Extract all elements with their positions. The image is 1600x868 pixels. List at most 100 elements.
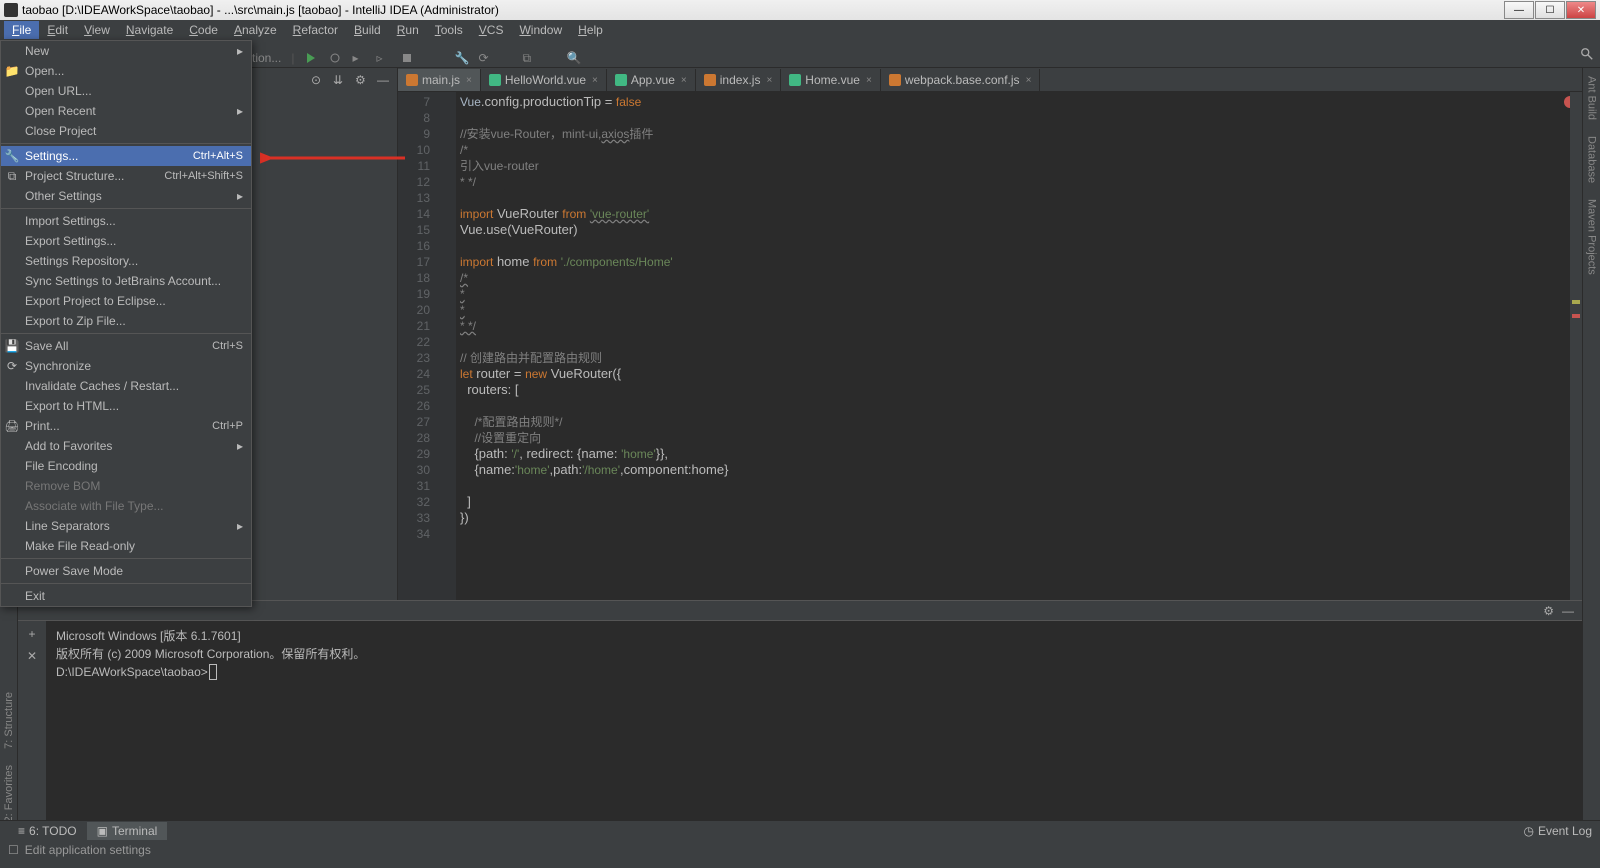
- locate-icon[interactable]: ⊙: [311, 73, 325, 87]
- menu-item-export-settings[interactable]: Export Settings...: [1, 231, 251, 251]
- menu-view[interactable]: View: [76, 21, 118, 39]
- menu-refactor[interactable]: Refactor: [285, 21, 346, 39]
- menu-item-save-all[interactable]: 💾Save AllCtrl+S: [1, 336, 251, 356]
- tab-close-icon[interactable]: ×: [1026, 75, 1032, 86]
- event-log-tab[interactable]: Event Log: [1538, 824, 1592, 838]
- terminal-icon: ▣: [97, 824, 108, 838]
- menu-item-print[interactable]: 🖨Print...Ctrl+P: [1, 416, 251, 436]
- menu-item-export-to-html[interactable]: Export to HTML...: [1, 396, 251, 416]
- todo-icon: ≡: [18, 824, 25, 838]
- menu-item-line-separators[interactable]: Line Separators▸: [1, 516, 251, 536]
- menu-item-label: File Encoding: [25, 459, 98, 473]
- menu-tools[interactable]: Tools: [427, 21, 471, 39]
- menu-item-settings[interactable]: 🔧Settings...Ctrl+Alt+S: [1, 146, 251, 166]
- menu-item-exit[interactable]: Exit: [1, 586, 251, 606]
- tab-close-icon[interactable]: ×: [866, 75, 872, 86]
- tab-close-icon[interactable]: ×: [466, 75, 472, 86]
- menu-item-close-project[interactable]: Close Project: [1, 121, 251, 141]
- menu-shortcut: Ctrl+Alt+S: [193, 150, 243, 162]
- search-everywhere-icon[interactable]: 🔍: [566, 51, 580, 65]
- terminal-hide-icon[interactable]: —: [1562, 604, 1574, 618]
- tab-close-icon[interactable]: ×: [592, 75, 598, 86]
- menu-item-settings-repository[interactable]: Settings Repository...: [1, 251, 251, 271]
- menu-navigate[interactable]: Navigate: [118, 21, 181, 39]
- menu-item-label: New: [25, 44, 49, 58]
- terminal-tab-label: Terminal: [112, 824, 157, 838]
- database-tool-button[interactable]: Database: [1584, 128, 1600, 191]
- right-tool-gutter: Ant Build Database Maven Projects: [1582, 68, 1600, 840]
- menu-build[interactable]: Build: [346, 21, 389, 39]
- menu-edit[interactable]: Edit: [39, 21, 76, 39]
- menu-item-add-to-favorites[interactable]: Add to Favorites▸: [1, 436, 251, 456]
- menu-code[interactable]: Code: [181, 21, 226, 39]
- menu-vcs[interactable]: VCS: [471, 21, 512, 39]
- menu-shortcut: Ctrl+S: [212, 340, 243, 352]
- window-titlebar: taobao [D:\IDEAWorkSpace\taobao] - ...\s…: [0, 0, 1600, 20]
- run-icon[interactable]: [304, 51, 318, 65]
- menu-item-open[interactable]: 📁Open...: [1, 61, 251, 81]
- structure-tool-button[interactable]: 7: Structure: [1, 684, 17, 757]
- menu-item-export-project-to-eclipse[interactable]: Export Project to Eclipse...: [1, 291, 251, 311]
- profile-icon[interactable]: ▹: [376, 51, 390, 65]
- menu-item-label: Make File Read-only: [25, 539, 135, 553]
- menu-item-open-recent[interactable]: Open Recent▸: [1, 101, 251, 121]
- terminal-tab[interactable]: ▣ Terminal: [87, 822, 168, 840]
- menu-item-other-settings[interactable]: Other Settings▸: [1, 186, 251, 206]
- coverage-icon[interactable]: ▸: [352, 51, 366, 65]
- collapse-icon[interactable]: ⇊: [333, 73, 347, 87]
- sync-icon[interactable]: ⟳: [478, 51, 492, 65]
- close-terminal-icon[interactable]: ✕: [27, 649, 37, 663]
- tab-label: index.js: [720, 73, 761, 87]
- menu-item-sync-settings-to-jetbrains-account[interactable]: Sync Settings to JetBrains Account...: [1, 271, 251, 291]
- terminal-content[interactable]: Microsoft Windows [版本 6.1.7601]版权所有 (c) …: [46, 621, 1582, 820]
- editor-tab-index-js[interactable]: index.js ×: [696, 69, 782, 91]
- editor-tab-HelloWorld-vue[interactable]: HelloWorld.vue×: [481, 69, 607, 91]
- editor-tab-App-vue[interactable]: App.vue×: [607, 69, 696, 91]
- hide-icon[interactable]: —: [377, 73, 391, 87]
- menu-help[interactable]: Help: [570, 21, 611, 39]
- structure-icon[interactable]: ⧉: [522, 51, 536, 65]
- editor-tab-Home-vue[interactable]: Home.vue×: [781, 69, 881, 91]
- tab-close-icon[interactable]: ×: [766, 75, 772, 86]
- close-button[interactable]: ✕: [1566, 1, 1596, 19]
- menu-item-open-url[interactable]: Open URL...: [1, 81, 251, 101]
- gear-icon[interactable]: ⚙: [355, 73, 369, 87]
- todo-tab-label: 6: TODO: [29, 824, 77, 838]
- menu-item-power-save-mode[interactable]: Power Save Mode: [1, 561, 251, 581]
- menu-item-project-structure[interactable]: ⧉Project Structure...Ctrl+Alt+Shift+S: [1, 166, 251, 186]
- structure-icon: ⧉: [5, 169, 19, 183]
- menu-item-label: Power Save Mode: [25, 564, 123, 578]
- menu-file[interactable]: File: [4, 21, 39, 39]
- terminal-settings-icon[interactable]: ⚙: [1543, 604, 1554, 618]
- maximize-button[interactable]: ☐: [1535, 1, 1565, 19]
- menu-window[interactable]: Window: [511, 21, 570, 39]
- menu-item-import-settings[interactable]: Import Settings...: [1, 211, 251, 231]
- minimize-button[interactable]: —: [1504, 1, 1534, 19]
- debug-icon[interactable]: [328, 51, 342, 65]
- menu-item-file-encoding[interactable]: File Encoding: [1, 456, 251, 476]
- ant-build-tool-button[interactable]: Ant Build: [1584, 68, 1600, 128]
- menu-item-label: Other Settings: [25, 189, 102, 203]
- todo-tab[interactable]: ≡ 6: TODO: [8, 822, 87, 840]
- tab-close-icon[interactable]: ×: [681, 75, 687, 86]
- menu-analyze[interactable]: Analyze: [226, 21, 285, 39]
- menu-item-label: Invalidate Caches / Restart...: [25, 379, 179, 393]
- menu-item-invalidate-caches-restart[interactable]: Invalidate Caches / Restart...: [1, 376, 251, 396]
- menu-run[interactable]: Run: [389, 21, 427, 39]
- js-file-icon: [704, 74, 716, 86]
- stop-icon[interactable]: [400, 51, 414, 65]
- search-icon[interactable]: [1580, 47, 1594, 61]
- wrench-icon[interactable]: 🔧: [454, 51, 468, 65]
- menu-item-synchronize[interactable]: ⟳Synchronize: [1, 356, 251, 376]
- editor-tab-main-js[interactable]: main.js×: [398, 69, 481, 91]
- app-icon: [4, 3, 18, 17]
- editor-tab-webpack-base-conf-js[interactable]: webpack.base.conf.js×: [881, 69, 1041, 91]
- add-terminal-icon[interactable]: +: [28, 627, 35, 641]
- statusbar-icon[interactable]: ☐: [8, 843, 19, 857]
- menu-item-make-file-read-only[interactable]: Make File Read-only: [1, 536, 251, 556]
- js-file-icon: [889, 74, 901, 86]
- favorites-tool-button[interactable]: 2: Favorites: [1, 757, 17, 830]
- menu-item-export-to-zip-file[interactable]: Export to Zip File...: [1, 311, 251, 331]
- menu-item-new[interactable]: New▸: [1, 41, 251, 61]
- maven-tool-button[interactable]: Maven Projects: [1584, 191, 1600, 283]
